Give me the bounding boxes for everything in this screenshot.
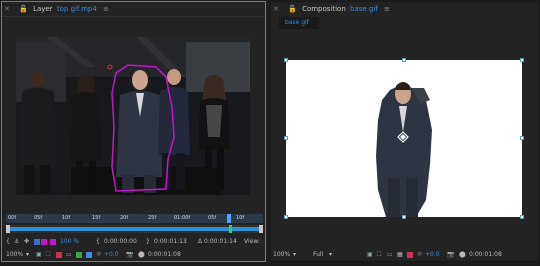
roi-icon[interactable]: ▭ (387, 249, 393, 260)
puppet-icon[interactable]: ✤ (24, 236, 29, 247)
exposure-icon[interactable]: ☼ (417, 249, 422, 260)
tab-divider (2, 16, 265, 17)
transform-handle[interactable] (284, 215, 288, 219)
composition-subtab[interactable]: base gif (279, 17, 319, 29)
close-icon[interactable]: ✕ (4, 5, 10, 13)
show-snapshot-icon[interactable]: ⬤ (138, 249, 145, 260)
resolution-dropdown[interactable]: Full (313, 249, 323, 260)
lock-icon[interactable]: 🔓 (19, 5, 28, 13)
current-time-indicator[interactable] (227, 214, 231, 223)
work-area-bar[interactable] (6, 225, 263, 233)
composition-canvas[interactable] (284, 58, 524, 219)
chevron-down-icon[interactable]: ▾ (293, 249, 296, 260)
layer-viewer-toolbar: 100% ▾ ▣ ⛶ ▭ ☼ +0.0 📷 ⬤ 0:00:01:08 (6, 249, 264, 260)
roi-icon[interactable]: ▭ (66, 249, 72, 260)
ruler-tick: 15f (92, 215, 101, 221)
zoom-dropdown[interactable]: 100% (6, 249, 23, 260)
in-point-handle[interactable] (6, 225, 10, 233)
color-channels-icon[interactable] (56, 249, 63, 260)
zoom-dropdown[interactable]: 100% (273, 249, 290, 260)
ruler-tick: 10f (236, 215, 245, 221)
current-time-readout[interactable]: 0:00:01:08 (148, 249, 181, 260)
layer-color-chip[interactable] (34, 236, 48, 247)
fullscreen-icon[interactable]: ⛶ (377, 249, 381, 260)
ruler-tick: 01:00f (174, 215, 191, 221)
out-time[interactable]: 0:00:01:13 (154, 236, 187, 247)
transform-handle[interactable] (520, 58, 524, 62)
layer-controls-row: { ⚓ ✤ 100 % { 0:00:00:00 } 0:00:01:13 Δ … (6, 236, 264, 246)
composition-subtab-label: base gif (285, 19, 309, 26)
grid-icon[interactable]: ▣ (36, 249, 42, 260)
layer-switch-icon[interactable]: ⚓ (14, 236, 19, 247)
mask-toggle-icon[interactable] (86, 249, 93, 260)
composition-image (286, 60, 522, 217)
lock-icon[interactable]: 🔓 (288, 5, 297, 13)
tab-prefix: Composition (302, 5, 346, 13)
opacity-value[interactable]: 100 % (60, 236, 79, 247)
panel-menu-icon[interactable]: ≡ (103, 5, 109, 13)
transform-handle[interactable] (520, 136, 524, 140)
view-label: View: (244, 238, 260, 245)
close-icon[interactable]: ✕ (273, 5, 279, 13)
ruler-tick: 05f (34, 215, 43, 221)
chevron-down-icon[interactable]: ▾ (26, 249, 29, 260)
color-channels-icon[interactable] (407, 249, 414, 260)
tab-prefix: Layer (33, 5, 53, 13)
exposure-value[interactable]: +0.0 (104, 249, 119, 260)
ruler-tick: 10f (62, 215, 71, 221)
ruler-tick: 25f (148, 215, 157, 221)
set-in-icon[interactable]: { (6, 236, 10, 247)
transform-handle[interactable] (520, 215, 524, 219)
playhead-marker[interactable] (229, 225, 232, 233)
layer-duration-bar[interactable] (8, 227, 261, 231)
layer-name: top gif.mp4 (56, 5, 97, 13)
layer-panel-tab[interactable]: ✕ 🔓 Layer top gif.mp4 ≡ (4, 3, 264, 16)
snapshot-icon[interactable]: 📷 (447, 249, 454, 260)
ruler-tick: 20f (120, 215, 129, 221)
composition-name: base gif (350, 5, 378, 13)
transform-handle[interactable] (402, 58, 406, 62)
in-point-icon[interactable]: { (96, 236, 100, 247)
exposure-value[interactable]: +0.0 (425, 249, 440, 260)
transform-handle[interactable] (284, 136, 288, 140)
mask-color-chip[interactable] (50, 236, 57, 247)
transform-handle[interactable] (284, 58, 288, 62)
chevron-down-icon[interactable]: ▾ (329, 249, 332, 260)
snapshot-icon[interactable]: 📷 (126, 249, 133, 260)
time-ruler[interactable]: 00f 05f 10f 15f 20f 25f 01:00f 05f 10f (6, 214, 263, 223)
out-point-handle[interactable] (259, 225, 263, 233)
ruler-tick: 00f (8, 215, 17, 221)
composition-viewer-toolbar: 100% ▾ Full ▾ ▣ ⛶ ▭ ▦ ☼ +0.0 📷 ⬤ 0:00:01… (271, 249, 539, 260)
duration-readout: Δ 0:00:01:14 (198, 238, 237, 245)
ruler-ticks: 00f 05f 10f 15f 20f 25f 01:00f 05f 10f (6, 214, 263, 223)
panel-menu-icon[interactable]: ≡ (384, 5, 390, 13)
current-time-readout[interactable]: 0:00:01:08 (469, 249, 502, 260)
ruler-tick: 05f (208, 215, 217, 221)
transparency-grid-icon[interactable]: ▦ (397, 249, 403, 260)
exposure-icon[interactable]: ☼ (96, 249, 101, 260)
show-snapshot-icon[interactable]: ⬤ (459, 249, 466, 260)
fullscreen-icon[interactable]: ⛶ (46, 249, 50, 260)
composition-panel-tab[interactable]: ✕ 🔓 Composition base gif ≡ (273, 3, 537, 16)
transparency-grid-icon[interactable] (76, 249, 83, 260)
in-time[interactable]: 0:00:00:00 (104, 236, 137, 247)
video-frame-image (16, 37, 250, 195)
grid-icon[interactable]: ▣ (367, 249, 373, 260)
transform-handle[interactable] (402, 215, 406, 219)
out-point-icon[interactable]: } (146, 236, 150, 247)
layer-video-frame (16, 37, 250, 195)
